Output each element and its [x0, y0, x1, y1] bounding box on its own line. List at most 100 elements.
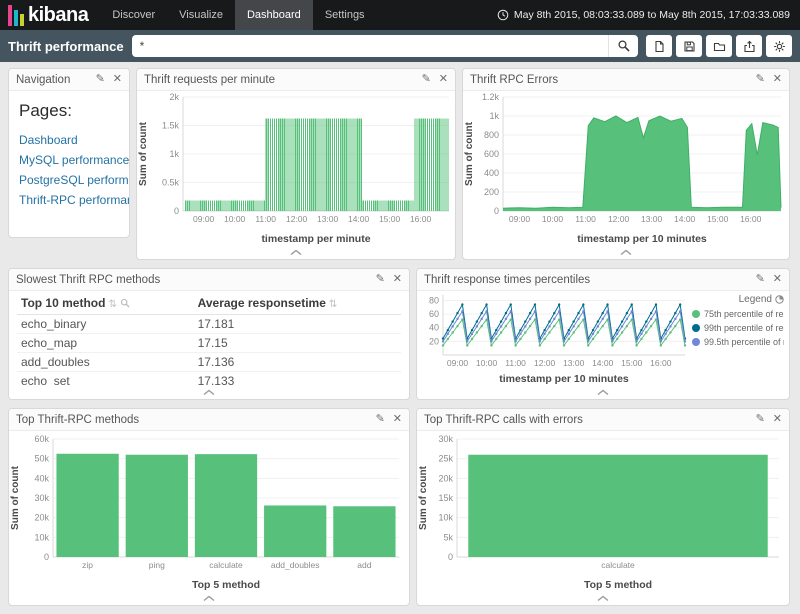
panel-title[interactable]: Thrift response times percentiles	[424, 274, 756, 286]
legend-item[interactable]: 99.5th percentile of re...	[692, 335, 784, 349]
edit-panel-icon[interactable]: ✎	[756, 274, 765, 285]
panel-title[interactable]: Top Thrift-RPC calls with errors	[424, 414, 756, 426]
top-errors-chart[interactable]: 05k10k15k20k25k30kSum of countTop 5 meth…	[417, 431, 789, 591]
legend-item[interactable]: 99th percentile of resp...	[692, 321, 784, 335]
svg-text:40k: 40k	[34, 473, 49, 483]
page-link-dashboard[interactable]: Dashboard	[19, 130, 119, 150]
edit-panel-icon[interactable]: ✎	[96, 74, 105, 85]
search-form	[132, 35, 638, 57]
panel-header: Top Thrift-RPC methods ✎ ✕	[9, 409, 409, 431]
collapse-panel-button[interactable]	[201, 389, 217, 396]
panel-title[interactable]: Thrift RPC Errors	[470, 74, 756, 86]
svg-text:15:00: 15:00	[379, 214, 401, 224]
svg-text:Sum of count: Sum of count	[418, 465, 429, 530]
kibana-logo[interactable]: kibana	[0, 5, 100, 26]
panel-footer	[417, 591, 789, 605]
new-dashboard-button[interactable]	[646, 35, 672, 57]
panel-title[interactable]: Slowest Thrift RPC methods	[16, 274, 376, 286]
svg-text:11:00: 11:00	[575, 214, 596, 224]
svg-text:20: 20	[429, 336, 439, 346]
time-range-label: May 8th 2015, 08:03:33.089 to May 8th 20…	[514, 9, 790, 21]
options-button[interactable]	[766, 35, 792, 57]
svg-text:10k: 10k	[438, 513, 453, 523]
filter-search-icon	[120, 298, 130, 308]
svg-text:30k: 30k	[438, 434, 453, 444]
nav-tab-dashboard[interactable]: Dashboard	[235, 0, 313, 30]
errors-chart[interactable]: 02004006008001k1.2kSum of counttimestamp…	[463, 91, 789, 245]
nav-tab-discover[interactable]: Discover	[100, 0, 167, 30]
requests-chart[interactable]: 00.5k1k1.5k2kSum of counttimestamp per m…	[137, 91, 455, 245]
panel-title[interactable]: Thrift requests per minute	[144, 74, 422, 86]
svg-text:15k: 15k	[438, 493, 453, 503]
remove-panel-icon[interactable]: ✕	[773, 274, 782, 285]
legend-item[interactable]: 75th percentile of resp...	[692, 307, 784, 321]
panel-title[interactable]: Top Thrift-RPC methods	[16, 414, 376, 426]
svg-text:10:00: 10:00	[476, 358, 498, 368]
remove-panel-icon[interactable]: ✕	[393, 274, 402, 285]
remove-panel-icon[interactable]: ✕	[113, 74, 122, 85]
page-link-postgresql-performance[interactable]: PostgreSQL performance	[19, 170, 119, 190]
share-button[interactable]	[736, 35, 762, 57]
svg-text:40: 40	[429, 323, 439, 333]
chevron-up-icon	[595, 389, 611, 396]
edit-panel-icon[interactable]: ✎	[422, 74, 431, 85]
query-input[interactable]	[132, 35, 608, 57]
svg-text:12:00: 12:00	[534, 358, 556, 368]
search-button[interactable]	[608, 35, 638, 57]
collapse-panel-button[interactable]	[288, 249, 304, 256]
svg-text:50k: 50k	[34, 454, 49, 464]
nav-tab-visualize[interactable]: Visualize	[167, 0, 235, 30]
svg-text:16:00: 16:00	[650, 358, 672, 368]
svg-text:600: 600	[484, 149, 499, 159]
edit-panel-icon[interactable]: ✎	[756, 414, 765, 425]
svg-text:1.5k: 1.5k	[162, 121, 180, 131]
svg-text:0: 0	[44, 552, 49, 562]
new-document-icon	[653, 40, 666, 53]
time-range-picker[interactable]: May 8th 2015, 08:03:33.089 to May 8th 20…	[497, 9, 800, 21]
svg-text:ping: ping	[149, 560, 165, 570]
collapse-panel-button[interactable]	[595, 389, 611, 396]
collapse-panel-button[interactable]	[201, 595, 217, 602]
edit-panel-icon[interactable]: ✎	[376, 414, 385, 425]
sort-icon: ⇅	[108, 299, 116, 310]
svg-text:20k: 20k	[34, 513, 49, 523]
svg-text:13:00: 13:00	[641, 214, 663, 224]
svg-text:zip: zip	[82, 560, 93, 570]
svg-text:0: 0	[174, 206, 179, 216]
page-link-thrift-rpc-performance[interactable]: Thrift-RPC performance	[19, 190, 119, 210]
remove-panel-icon[interactable]: ✕	[439, 74, 448, 85]
remove-panel-icon[interactable]: ✕	[393, 414, 402, 425]
svg-text:200: 200	[484, 187, 499, 197]
edit-panel-icon[interactable]: ✎	[756, 74, 765, 85]
top-methods-chart[interactable]: 010k20k30k40k50k60kSum of countTop 5 met…	[9, 431, 409, 591]
svg-text:1k: 1k	[489, 111, 499, 121]
legend-color-dot	[692, 338, 700, 346]
edit-panel-icon[interactable]: ✎	[376, 274, 385, 285]
toolbar-actions	[646, 35, 792, 57]
percentiles-chart[interactable]: 20406080timestamp per 10 minutes09:0010:…	[417, 291, 689, 385]
panel-title[interactable]: Navigation	[16, 74, 96, 86]
panel-header: Thrift RPC Errors ✎ ✕	[463, 69, 789, 91]
svg-text:Sum of count: Sum of count	[138, 121, 149, 186]
page-link-mysql-performance[interactable]: MySQL performance	[19, 150, 119, 170]
collapse-panel-button[interactable]	[595, 595, 611, 602]
save-dashboard-button[interactable]	[676, 35, 702, 57]
search-icon	[617, 39, 631, 53]
svg-text:1.2k: 1.2k	[482, 92, 500, 102]
folder-open-icon	[713, 40, 726, 53]
navbar-menu: DiscoverVisualizeDashboardSettings	[100, 0, 376, 30]
legend-toggle[interactable]: Legend	[692, 294, 784, 305]
panel-footer	[417, 385, 789, 399]
svg-text:30k: 30k	[34, 493, 49, 503]
remove-panel-icon[interactable]: ✕	[773, 414, 782, 425]
column-header-responsetime[interactable]: Average responsetime⇅	[194, 291, 401, 315]
panel-navigation: Navigation ✎ ✕ Pages: DashboardMySQL per…	[8, 68, 130, 238]
load-dashboard-button[interactable]	[706, 35, 732, 57]
column-header-method[interactable]: Top 10 method⇅	[17, 291, 194, 315]
nav-tab-settings[interactable]: Settings	[313, 0, 377, 30]
collapse-panel-button[interactable]	[618, 249, 634, 256]
panel-slowest-methods: Slowest Thrift RPC methods ✎ ✕ Top 10 me…	[8, 268, 410, 400]
svg-text:13:00: 13:00	[317, 214, 339, 224]
svg-text:1k: 1k	[169, 149, 179, 159]
remove-panel-icon[interactable]: ✕	[773, 74, 782, 85]
